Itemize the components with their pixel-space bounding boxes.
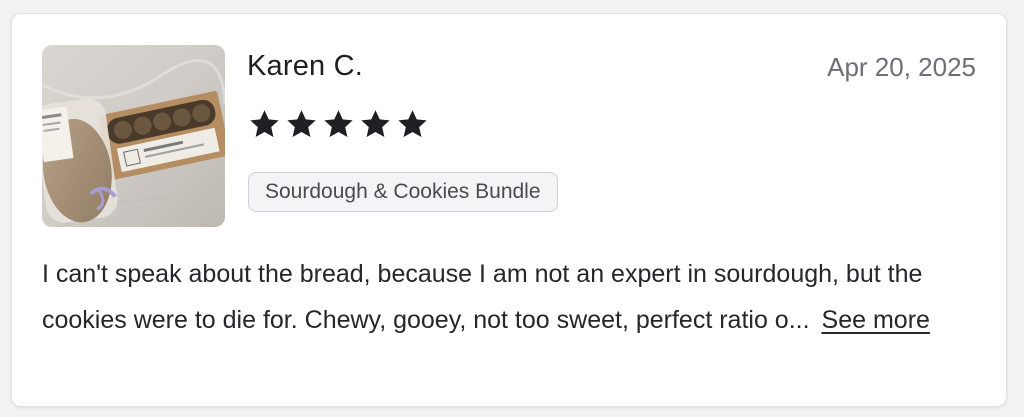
star-icon [324, 110, 353, 138]
see-more-link[interactable]: See more [822, 306, 930, 334]
review-card: Karen C. Apr 20, 2025 Sourdough & Cookie… [11, 13, 1007, 407]
review-photo-thumbnail[interactable] [42, 45, 225, 227]
review-text: I can't speak about the bread, because I… [42, 260, 923, 334]
star-rating [247, 107, 430, 142]
reviewer-name: Karen C. [247, 50, 364, 82]
star-icon [250, 110, 279, 138]
product-tag[interactable]: Sourdough & Cookies Bundle [248, 172, 558, 212]
star-icon [361, 110, 390, 138]
review-date: Apr 20, 2025 [827, 52, 976, 82]
star-icon [398, 110, 427, 138]
star-icon [287, 110, 316, 138]
review-text-container: I can't speak about the bread, because I… [42, 252, 972, 343]
